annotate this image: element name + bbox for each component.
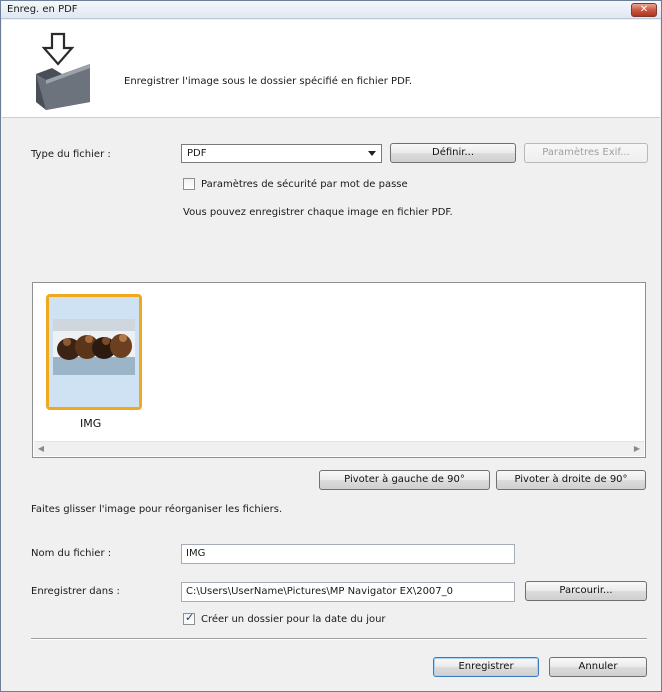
save-to-folder-icon [36,32,90,110]
save-as-pdf-dialog: Enreg. en PDF ✕ Enregistrer l'image sous… [0,0,662,692]
scroll-left-icon[interactable]: ◀ [34,444,48,453]
create-date-folder-label: Créer un dossier pour la date du jour [201,614,386,625]
browse-button[interactable]: Parcourir... [525,581,647,601]
filename-input[interactable]: IMG [181,544,515,564]
save-in-path-input[interactable]: C:\Users\UserName\Pictures\MP Navigator … [181,582,515,602]
close-button[interactable]: ✕ [631,3,657,17]
thumbnail-image[interactable] [46,294,142,410]
chevron-down-icon [368,151,376,156]
define-button[interactable]: Définir... [390,143,516,163]
header-description: Enregistrer l'image sous le dossier spéc… [124,76,413,87]
filename-label: Nom du fichier : [31,548,112,559]
dialog-header: Enregistrer l'image sous le dossier spéc… [2,20,660,118]
cancel-button[interactable]: Annuler [549,657,647,677]
password-security-checkbox[interactable] [183,178,195,190]
rotate-right-button[interactable]: Pivoter à droite de 90° [496,470,646,490]
close-icon: ✕ [639,4,649,15]
file-type-value: PDF [187,148,207,159]
checkmark-icon: ✓ [185,611,195,624]
horizontal-scrollbar[interactable]: ◀ ▶ [34,441,644,456]
dogs-photo-icon [49,297,139,407]
thumbnail-label: IMG [80,417,102,430]
file-type-label: Type du fichier : [31,149,111,160]
info-text: Vous pouvez enregistrer chaque image en … [183,207,453,218]
scroll-right-icon[interactable]: ▶ [630,444,644,453]
create-date-folder-checkbox[interactable]: ✓ [183,611,195,625]
window-title: Enreg. en PDF [7,4,78,15]
password-security-label: Paramètres de sécurité par mot de passe [201,179,408,190]
thumbnail-list[interactable]: IMG ◀ ▶ [32,282,646,458]
footer-separator [31,638,647,640]
file-type-select[interactable]: PDF [181,144,382,163]
save-in-label: Enregistrer dans : [31,586,120,597]
title-bar[interactable]: Enreg. en PDF ✕ [1,1,661,19]
rotate-left-button[interactable]: Pivoter à gauche de 90° [319,470,490,490]
drag-hint: Faites glisser l'image pour réorganiser … [31,504,283,515]
save-button[interactable]: Enregistrer [433,657,539,677]
exif-settings-button[interactable]: Paramètres Exif... [524,143,648,163]
